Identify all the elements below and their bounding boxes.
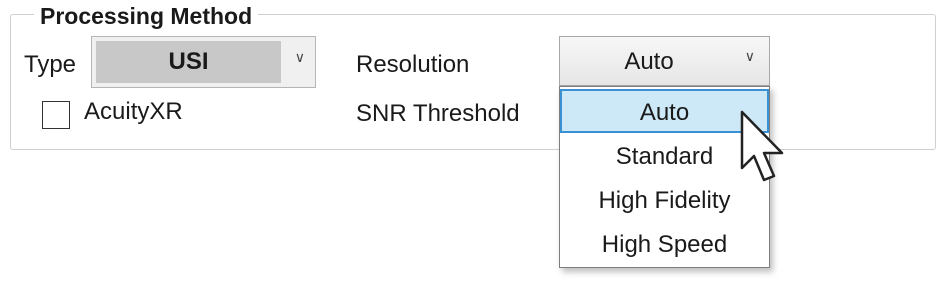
acuityxr-label[interactable]: AcuityXR bbox=[84, 97, 183, 127]
chevron-down-icon[interactable]: ∨ bbox=[295, 49, 305, 66]
resolution-option-high-speed[interactable]: High Speed bbox=[560, 223, 769, 267]
resolution-combobox[interactable]: Auto ∨ bbox=[559, 36, 770, 86]
type-combobox[interactable]: USI ∨ bbox=[91, 36, 316, 88]
acuityxr-checkbox[interactable] bbox=[42, 101, 70, 129]
resolution-label: Resolution bbox=[356, 51, 470, 78]
type-label: Type bbox=[24, 51, 77, 78]
type-value: USI bbox=[96, 41, 281, 83]
group-title: Processing Method bbox=[34, 1, 259, 31]
mouse-pointer-icon bbox=[740, 110, 784, 182]
chevron-down-icon[interactable]: ∨ bbox=[745, 48, 755, 65]
resolution-value: Auto bbox=[624, 48, 674, 75]
snr-threshold-label: SNR Threshold bbox=[356, 100, 520, 127]
